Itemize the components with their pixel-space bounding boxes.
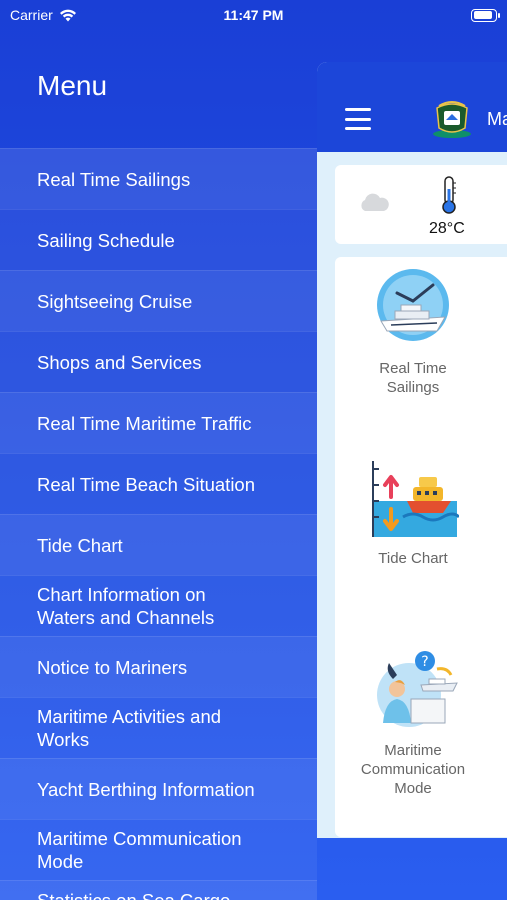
tile-maritime-communication[interactable]: ? Maritime Communication Mode bbox=[335, 649, 491, 798]
cloud-icon bbox=[361, 193, 389, 211]
communication-icon: ? bbox=[377, 651, 458, 727]
hamburger-menu-icon[interactable] bbox=[345, 108, 371, 130]
battery-icon bbox=[471, 8, 500, 22]
logo-emblem-icon bbox=[433, 101, 471, 138]
svg-text:?: ? bbox=[421, 654, 428, 670]
menu-item-label: Shops and Services bbox=[37, 351, 202, 373]
tile-label: Tide Chart bbox=[378, 550, 448, 567]
menu-item-label: Chart Information on Waters and Channels bbox=[37, 584, 215, 628]
main-header: Ma bbox=[317, 62, 507, 152]
menu-list: Real Time Sailings Sailing Schedule Sigh… bbox=[0, 148, 317, 900]
tile-label: Maritime Communication Mode bbox=[360, 742, 466, 797]
menu-item-statistics-sea-cargo[interactable]: Statistics on Sea Cargo bbox=[0, 880, 317, 900]
temperature-value: 28°C bbox=[429, 220, 465, 237]
menu-title: Menu bbox=[37, 70, 108, 101]
menu-item-sightseeing-cruise[interactable]: Sightseeing Cruise bbox=[0, 270, 317, 331]
tide-chart-icon bbox=[372, 461, 459, 537]
menu-item-maritime-communication[interactable]: Maritime Communication Mode bbox=[0, 819, 317, 880]
menu-item-label: Yacht Berthing Information bbox=[37, 778, 255, 800]
menu-item-label: Real Time Sailings bbox=[37, 168, 191, 190]
main-panel: Ma 28°C Rea bbox=[317, 62, 507, 838]
menu-item-maritime-activities[interactable]: Maritime Activities and Works bbox=[0, 697, 317, 758]
carrier-label: Carrier bbox=[10, 7, 53, 23]
tile-label: Real Time Sailings bbox=[379, 360, 447, 396]
menu-item-label: Maritime Activities and Works bbox=[37, 706, 222, 750]
menu-item-real-time-maritime-traffic[interactable]: Real Time Maritime Traffic bbox=[0, 392, 317, 453]
menu-item-real-time-beach-situation[interactable]: Real Time Beach Situation bbox=[0, 453, 317, 514]
status-bar: Carrier 11:47 PM bbox=[0, 0, 507, 30]
wifi-icon bbox=[59, 9, 76, 21]
menu-item-real-time-sailings[interactable]: Real Time Sailings bbox=[0, 148, 317, 209]
menu-item-label: Real Time Beach Situation bbox=[37, 473, 256, 495]
header-title: Ma bbox=[487, 109, 507, 129]
status-time: 11:47 PM bbox=[223, 7, 284, 23]
menu-item-label: Sightseeing Cruise bbox=[37, 290, 193, 312]
menu-item-label: Sailing Schedule bbox=[37, 229, 175, 251]
menu-item-tide-chart[interactable]: Tide Chart bbox=[0, 514, 317, 575]
tile-tide-chart[interactable]: Tide Chart bbox=[335, 457, 491, 568]
menu-item-yacht-berthing[interactable]: Yacht Berthing Information bbox=[0, 758, 317, 819]
menu-item-label: Notice to Mariners bbox=[37, 656, 188, 678]
menu-item-sailing-schedule[interactable]: Sailing Schedule bbox=[0, 209, 317, 270]
menu-item-label: Tide Chart bbox=[37, 534, 123, 556]
status-left: Carrier bbox=[10, 7, 77, 23]
menu-item-label: Maritime Communication Mode bbox=[37, 828, 242, 872]
menu-item-notice-to-mariners[interactable]: Notice to Mariners bbox=[0, 636, 317, 697]
tile-real-time-sailings[interactable]: Real Time Sailings bbox=[335, 267, 491, 397]
thermometer-icon bbox=[442, 176, 456, 214]
menu-item-shops-and-services[interactable]: Shops and Services bbox=[0, 331, 317, 392]
menu-item-label: Real Time Maritime Traffic bbox=[37, 412, 252, 434]
menu-item-label: Statistics on Sea Cargo bbox=[37, 889, 230, 900]
menu-item-chart-information[interactable]: Chart Information on Waters and Channels bbox=[0, 575, 317, 636]
ship-clock-icon bbox=[377, 269, 449, 341]
feature-grid: Real Time Sailings Tide Chart ? Maritime… bbox=[335, 257, 507, 837]
weather-card: 28°C bbox=[335, 165, 507, 244]
